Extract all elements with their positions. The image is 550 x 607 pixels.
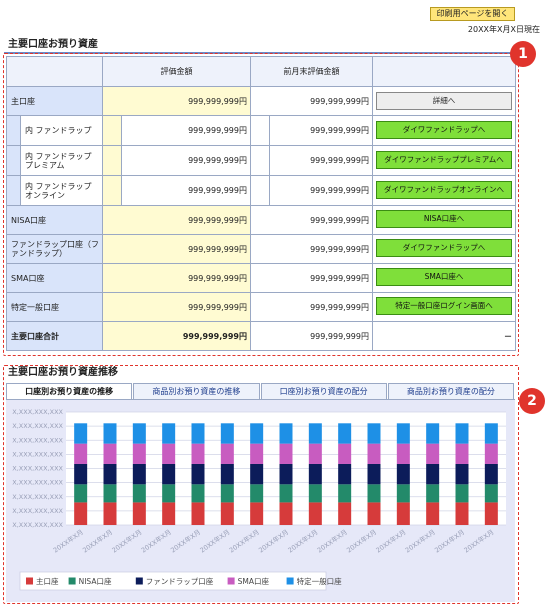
print-page-button[interactable]: 印刷用ページを開く <box>430 7 515 21</box>
as-of-date: 20XX年X月X日現在 <box>467 25 540 34</box>
marker-1: 1 <box>510 41 536 67</box>
highlight-box-2 <box>3 365 519 604</box>
marker-2: 2 <box>519 388 545 414</box>
section-title-assets: 主要口座お預り資産 <box>4 38 516 54</box>
highlight-box-1 <box>3 53 519 356</box>
